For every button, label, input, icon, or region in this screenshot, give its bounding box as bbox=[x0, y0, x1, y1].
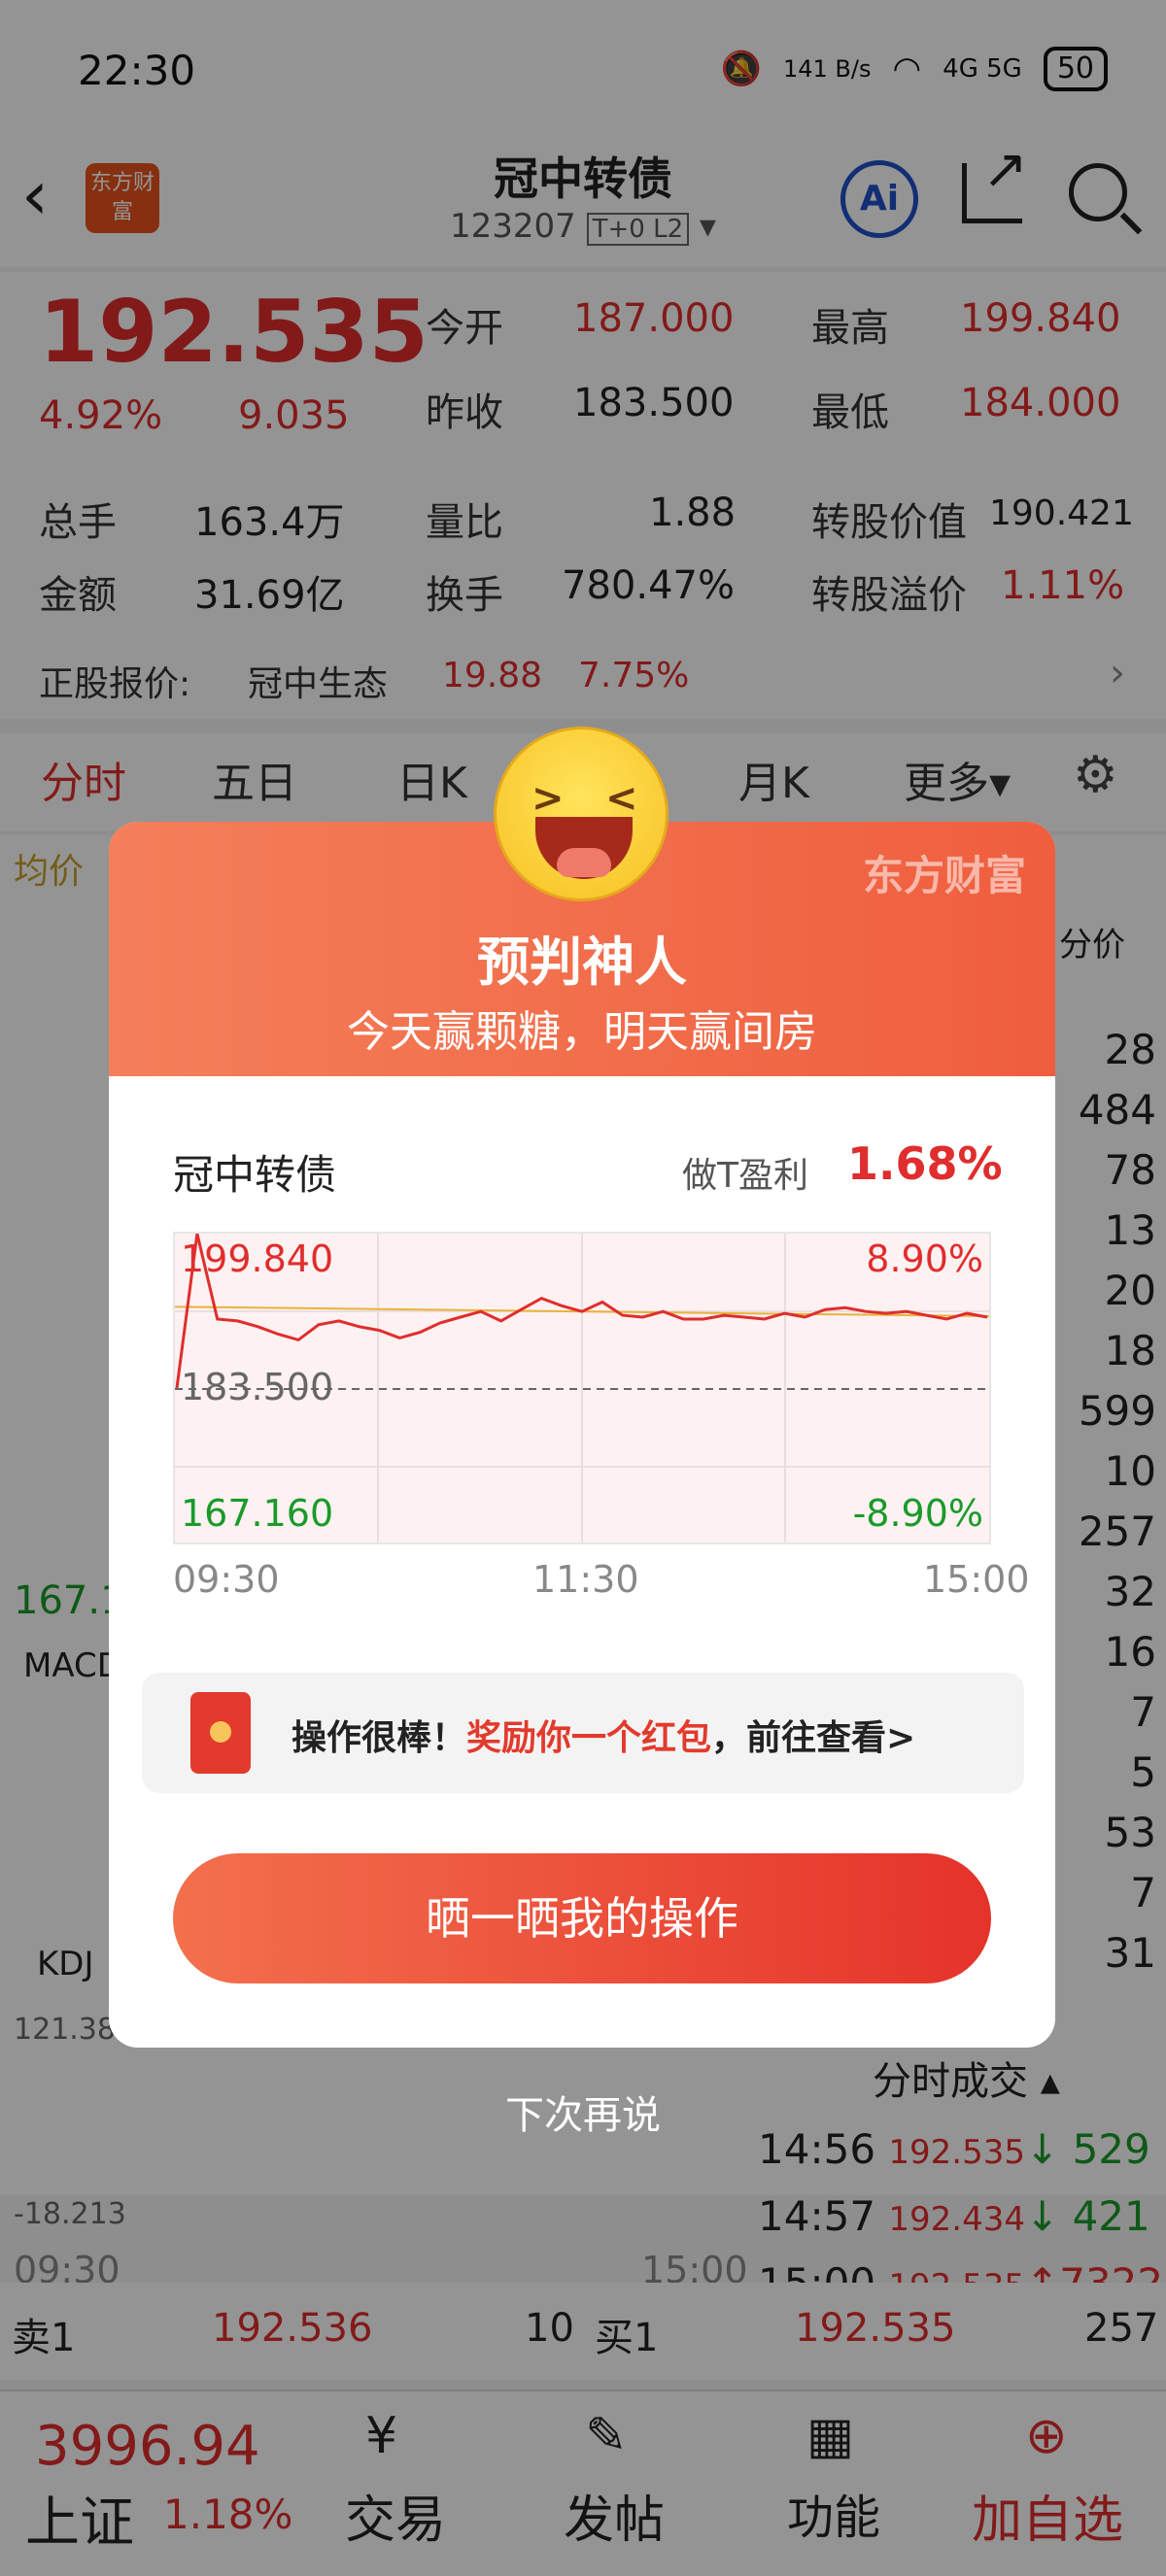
mini-low: 167.160 bbox=[181, 1492, 334, 1535]
mini-stock-name: 冠中转债 bbox=[173, 1151, 337, 1199]
dismiss-later-link[interactable]: 下次再说 bbox=[0, 2084, 1166, 2140]
mini-pct-low: -8.90% bbox=[852, 1492, 983, 1535]
mini-time-end: 15:00 bbox=[923, 1558, 1030, 1601]
mini-intraday-chart: 199.840 183.500 167.160 8.90% -8.90% bbox=[173, 1232, 991, 1544]
eye-icon: < bbox=[605, 776, 638, 821]
eye-icon: > bbox=[532, 776, 565, 821]
modal-tagline: 今天赢颗糖，明天赢间房 bbox=[347, 1007, 817, 1057]
reward-banner[interactable]: 操作很棒！奖励你一个红包，前往查看> bbox=[142, 1673, 1024, 1793]
profit-value: 1.68% bbox=[847, 1137, 1003, 1190]
share-operation-button[interactable]: 晒一晒我的操作 bbox=[173, 1853, 991, 1983]
mini-time-mid: 11:30 bbox=[532, 1558, 639, 1601]
tongue-icon bbox=[557, 848, 611, 877]
modal-headline: 预判神人 bbox=[477, 932, 687, 993]
profit-label: 做T盈利 bbox=[682, 1156, 808, 1196]
reward-text: 操作很棒！奖励你一个红包，前往查看> bbox=[292, 1710, 915, 1760]
mini-mid: 183.500 bbox=[181, 1366, 334, 1408]
reward-suffix: ，前往查看> bbox=[711, 1718, 916, 1758]
modal-brand: 东方财富 bbox=[862, 852, 1026, 899]
mini-time-start: 09:30 bbox=[173, 1558, 280, 1601]
reward-prefix: 操作很棒！ bbox=[292, 1718, 467, 1758]
red-envelope-icon bbox=[190, 1692, 251, 1774]
mini-pct-high: 8.90% bbox=[866, 1237, 983, 1280]
profit-modal: 东方财富 预判神人 今天赢颗糖，明天赢间房 冠中转债 做T盈利 1.68% 19… bbox=[109, 822, 1055, 2048]
mini-high: 199.840 bbox=[181, 1237, 334, 1280]
laughing-face-icon: > < bbox=[494, 727, 669, 901]
reward-highlight: 奖励你一个红包 bbox=[466, 1718, 712, 1758]
